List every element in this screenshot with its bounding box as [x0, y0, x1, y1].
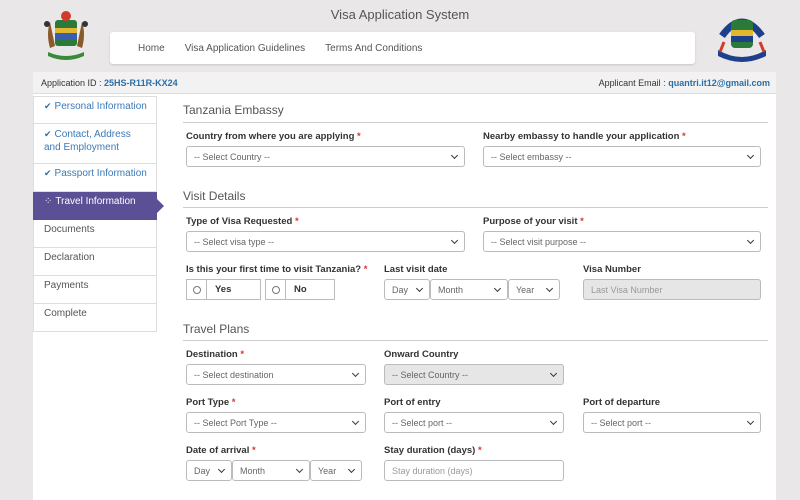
destination-select[interactable]: -- Select destination: [186, 364, 366, 385]
arrival-date-label: Date of arrival *: [186, 445, 256, 456]
destination-label: Destination *: [186, 349, 245, 360]
nearby-embassy-select[interactable]: -- Select embassy --: [483, 146, 761, 167]
sidebar-item-contact-address-employment[interactable]: ✔ Contact, Address and Employment: [33, 124, 157, 164]
check-icon: ✔: [44, 101, 52, 111]
sidebar-item-declaration[interactable]: Declaration: [33, 248, 157, 276]
arrival-year-select[interactable]: Year: [310, 460, 362, 481]
section-divider: [183, 207, 768, 208]
port-of-entry-select[interactable]: -- Select port --: [384, 412, 564, 433]
applicant-email: Applicant Email : quantri.it12@gmail.com: [598, 77, 770, 88]
nav-home-link[interactable]: Home: [138, 43, 165, 54]
last-visit-year-select[interactable]: Year: [508, 279, 560, 300]
header-bar: Visa Application System Home Visa Applic…: [0, 0, 800, 72]
nav-guidelines-link[interactable]: Visa Application Guidelines: [185, 43, 305, 54]
last-visit-month-select[interactable]: Month: [430, 279, 508, 300]
arrival-day-select[interactable]: Day: [186, 460, 232, 481]
steps-sidebar: ✔ Personal Information ✔ Contact, Address …: [33, 96, 164, 332]
sidebar-item-travel-information[interactable]: ⁘ Travel Information: [33, 192, 164, 220]
sidebar-item-documents[interactable]: Documents: [33, 220, 157, 248]
sidebar-item-payments[interactable]: Payments: [33, 276, 157, 304]
application-info-bar: Application ID : 25HS-R11R-KX24 Applican…: [33, 72, 776, 94]
visa-number-label: Visa Number: [583, 264, 641, 275]
sidebar-item-passport-information[interactable]: ✔ Passport Information: [33, 164, 157, 192]
application-panel: Application ID : 25HS-R11R-KX24 Applican…: [33, 72, 776, 500]
check-icon: ✔: [44, 129, 52, 139]
last-visit-day-select[interactable]: Day: [384, 279, 430, 300]
first-time-label: Is this your first time to visit Tanzani…: [186, 264, 368, 275]
top-nav: Home Visa Application Guidelines Terms A…: [110, 32, 695, 64]
port-type-label: Port Type *: [186, 397, 236, 408]
first-time-no-radio[interactable]: No: [265, 279, 335, 300]
onward-country-select[interactable]: -- Select Country --: [384, 364, 564, 385]
visa-type-label: Type of Visa Requested *: [186, 216, 299, 227]
section-title-travel-plans: Travel Plans: [183, 322, 250, 336]
country-label: Country from where you are applying *: [186, 131, 361, 142]
last-visit-label: Last visit date: [384, 264, 448, 275]
check-icon: ✔: [44, 168, 52, 178]
arrival-month-select[interactable]: Month: [232, 460, 310, 481]
stay-duration-input[interactable]: Stay duration (days): [384, 460, 564, 481]
section-divider: [183, 340, 768, 341]
port-type-select[interactable]: -- Select Port Type --: [186, 412, 366, 433]
application-id: Application ID : 25HS-R11R-KX24: [41, 77, 178, 88]
section-title-visit-details: Visit Details: [183, 189, 246, 203]
first-time-yes-radio[interactable]: Yes: [186, 279, 261, 300]
immigration-emblem-logo: [718, 18, 766, 62]
country-select[interactable]: -- Select Country --: [186, 146, 465, 167]
app-title: Visa Application System: [330, 7, 470, 22]
section-divider: [183, 122, 768, 123]
travel-information-form: Tanzania Embassy Country from where you …: [183, 94, 768, 500]
port-of-departure-label: Port of departure: [583, 397, 661, 408]
port-of-departure-select[interactable]: -- Select port --: [583, 412, 761, 433]
sidebar-item-complete[interactable]: Complete: [33, 304, 157, 332]
nearby-embassy-label: Nearby embassy to handle your applicatio…: [483, 131, 686, 142]
visa-type-select[interactable]: -- Select visa type --: [186, 231, 465, 252]
sidebar-item-personal-information[interactable]: ✔ Personal Information: [33, 96, 157, 124]
in-progress-spinner-icon: ⁘: [44, 196, 53, 207]
visa-number-input[interactable]: Last Visa Number: [583, 279, 761, 300]
onward-country-label: Onward Country: [384, 349, 459, 360]
visit-purpose-select[interactable]: -- Select visit purpose --: [483, 231, 761, 252]
nav-terms-link[interactable]: Terms And Conditions: [325, 43, 422, 54]
port-of-entry-label: Port of entry: [384, 397, 441, 408]
visit-purpose-label: Purpose of your visit *: [483, 216, 584, 227]
stay-duration-label: Stay duration (days) *: [384, 445, 482, 456]
section-title-embassy: Tanzania Embassy: [183, 103, 284, 117]
